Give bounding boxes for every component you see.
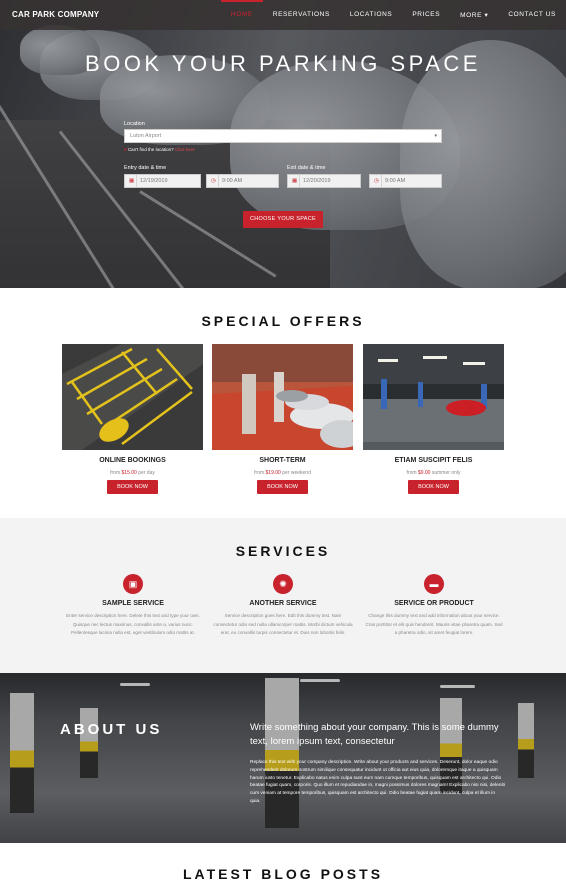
offer-name: ETIAM SUSCIPIT FELIS — [394, 457, 473, 464]
underground-garage-image — [363, 344, 504, 450]
service-description: Change this dummy text and add informati… — [365, 613, 503, 635]
entry-label: Entry date & time — [124, 165, 167, 171]
location-value: Luton Airport — [130, 133, 162, 139]
exit-date-field[interactable]: ▦ 12/20/2019 — [287, 174, 361, 188]
exit-label: Exit date & time — [287, 165, 326, 171]
about-body: Replace this text with your company desc… — [250, 760, 505, 804]
about-lead: Write something about your company. This… — [250, 722, 499, 747]
id-card-icon: ▣ — [123, 574, 143, 594]
hero-title: BOOK YOUR PARKING SPACE — [85, 51, 481, 76]
offer-image[interactable] — [212, 344, 353, 450]
service-description: Service description goes here. Edit this… — [213, 613, 353, 635]
calendar-icon: ▦ — [292, 178, 298, 184]
nav-prices[interactable]: PRICES — [402, 0, 450, 30]
lightbulb-icon: ✺ — [273, 574, 293, 594]
choose-space-button[interactable]: CHOOSE YOUR SPACE — [243, 211, 323, 228]
location-label: Location — [124, 121, 145, 127]
cant-find-link[interactable]: Click here — [175, 147, 195, 152]
service-title: SAMPLE SERVICE — [102, 600, 164, 607]
entry-time-value: 9:00 AM — [222, 178, 243, 184]
nav-contact[interactable]: CONTACT US — [498, 0, 566, 30]
offer-name: SHORT-TERM — [259, 457, 306, 464]
offers-title: SPECIAL OFFERS — [201, 313, 365, 329]
exit-time-field[interactable]: ◷ 9:00 AM — [369, 174, 442, 188]
hero-shade — [0, 0, 566, 288]
about-overlay — [0, 673, 566, 843]
chevron-down-icon: ▾ — [434, 133, 437, 139]
clock-icon: ◷ — [374, 178, 379, 184]
exit-date-value: 12/20/2019 — [303, 178, 331, 184]
offer-image[interactable] — [363, 344, 504, 450]
clock-icon: ◷ — [211, 178, 216, 184]
offer-image[interactable] — [62, 344, 203, 450]
offer-price: from $15.00 per day — [110, 470, 155, 476]
blog-title: LATEST BLOG POSTS — [182, 866, 384, 880]
services-title: SERVICES — [235, 543, 331, 559]
top-navbar: CAR PARK COMPANY HOME RESERVATIONS LOCAT… — [0, 0, 566, 30]
garage-interior-image — [212, 344, 353, 450]
entry-date-value: 12/19/2019 — [140, 178, 168, 184]
location-select[interactable]: Luton Airport ▾ — [124, 129, 442, 143]
brand-logo[interactable]: CAR PARK COMPANY — [12, 10, 99, 19]
entry-time-field[interactable]: ◷ 9:00 AM — [206, 174, 279, 188]
cant-find-text: Can't find the location? — [127, 147, 174, 152]
about-section: ABOUT US Write something about your comp… — [0, 673, 566, 843]
services-section — [0, 518, 566, 673]
service-title: SERVICE OR PRODUCT — [394, 600, 474, 607]
cant-find-location: ♥ Can't find the location? Click here — [124, 147, 195, 152]
parking-lot-aerial-image — [62, 344, 203, 450]
map-pin-icon: ♥ — [124, 147, 127, 152]
service-description: Enter service description here. Delete t… — [66, 613, 200, 635]
book-now-button[interactable]: BOOK NOW — [408, 480, 459, 494]
about-title: ABOUT US — [60, 721, 163, 738]
nav-more[interactable]: MORE ▾ — [450, 0, 498, 30]
nav-locations[interactable]: LOCATIONS — [340, 0, 402, 30]
offer-name: ONLINE BOOKINGS — [99, 457, 166, 464]
exit-time-value: 9:00 AM — [385, 178, 406, 184]
calendar-icon: ▦ — [129, 178, 135, 184]
book-now-button[interactable]: BOOK NOW — [107, 480, 158, 494]
nav-home[interactable]: HOME — [220, 0, 263, 30]
offer-price: from $19.00 per weekend — [254, 470, 311, 476]
service-title: ANOTHER SERVICE — [249, 600, 317, 607]
book-now-button[interactable]: BOOK NOW — [257, 480, 308, 494]
main-nav: HOME RESERVATIONS LOCATIONS PRICES MORE … — [220, 0, 566, 30]
nav-reservations[interactable]: RESERVATIONS — [263, 0, 340, 30]
hero-section: BOOK YOUR PARKING SPACE Location Luton A… — [0, 0, 566, 288]
entry-date-field[interactable]: ▦ 12/19/2019 — [124, 174, 201, 188]
money-icon: ▬ — [424, 574, 444, 594]
offer-price: from $9.00 summer only — [406, 470, 461, 476]
